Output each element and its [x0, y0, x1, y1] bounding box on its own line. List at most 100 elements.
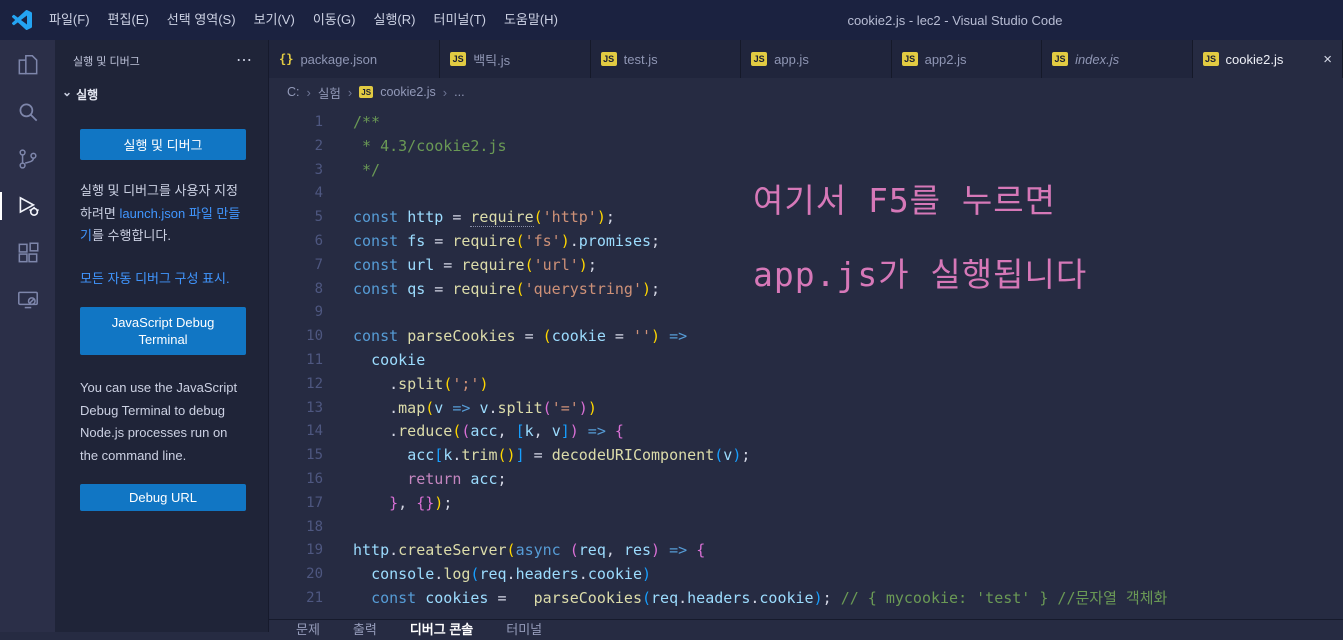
panel-tab[interactable]: 터미널 — [506, 620, 542, 637]
close-tab-icon[interactable]: × — [1323, 51, 1332, 68]
code-text[interactable]: */ — [323, 159, 380, 183]
breadcrumb-separator-icon: › — [442, 84, 448, 100]
show-configs-paragraph: 모든 자동 디버그 구성 표시. — [80, 268, 248, 291]
breadcrumb-separator-icon: › — [347, 84, 353, 100]
line-number[interactable]: 20 — [269, 563, 323, 587]
js-debug-terminal-button[interactable]: JavaScript Debug Terminal — [80, 307, 246, 355]
line-number[interactable]: 15 — [269, 444, 323, 468]
menu-item[interactable]: 터미널(T) — [424, 0, 494, 40]
menu-item[interactable]: 파일(F) — [40, 0, 99, 40]
debug-url-button[interactable]: Debug URL — [80, 484, 246, 511]
breadcrumb-item[interactable]: ... — [454, 85, 464, 99]
show-debug-configs-link[interactable]: 모든 자동 디버그 구성 표시. — [80, 271, 230, 286]
window-title: cookie2.js - lec2 - Visual Studio Code — [847, 12, 1063, 28]
code-text[interactable]: * 4.3/cookie2.js — [323, 135, 507, 159]
code-text[interactable]: }, {}); — [323, 492, 452, 516]
menu-item[interactable]: 선택 영역(S) — [158, 0, 245, 40]
sidebar-title: 실행 및 디버그 — [73, 56, 140, 68]
editor-tab[interactable]: JS app.js — [741, 40, 892, 78]
line-number[interactable]: 13 — [269, 397, 323, 421]
breadcrumb-item[interactable]: cookie2.js — [380, 85, 436, 99]
editor-tab[interactable]: JS test.js — [590, 40, 742, 78]
code-line: 20 console.log(req.headers.cookie) — [269, 563, 1343, 587]
code-text[interactable]: cookie — [323, 349, 425, 373]
code-text[interactable]: const cookies = parseCookies(req.headers… — [323, 587, 1167, 611]
workbench: 실행 및 디버그 ⋯ ⌄ 실행 실행 및 디버그 실행 및 디버그를 사용자 지… — [0, 40, 1343, 637]
code-text[interactable]: const qs = require('querystring'); — [323, 278, 660, 302]
tab-label: test.js — [623, 51, 658, 67]
line-number[interactable]: 2 — [269, 135, 323, 159]
editor-tab[interactable]: JS 백틱.js — [440, 40, 591, 78]
breadcrumb-item[interactable]: C: — [287, 85, 300, 99]
js-file-icon: JS — [600, 52, 617, 66]
code-text[interactable] — [323, 301, 353, 325]
code-editor[interactable]: 1/** 2 * 4.3/cookie2.js 3 */4 5 const http =… — [269, 106, 1343, 619]
run-and-debug-icon[interactable] — [0, 189, 55, 223]
menu-item[interactable]: 보기(V) — [245, 0, 304, 40]
line-number[interactable]: 16 — [269, 468, 323, 492]
line-number[interactable]: 5 — [269, 206, 323, 230]
menu-item[interactable]: 실행(R) — [365, 0, 425, 40]
code-text[interactable] — [323, 516, 353, 540]
code-text[interactable]: .split(';') — [323, 373, 488, 397]
line-number[interactable]: 14 — [269, 420, 323, 444]
menu-item[interactable]: 이동(G) — [304, 0, 365, 40]
code-text[interactable]: const http = require('http'); — [323, 206, 615, 230]
run-section-header[interactable]: ⌄ 실행 — [55, 84, 268, 104]
line-number[interactable]: 17 — [269, 492, 323, 516]
editor-tab[interactable]: {} package.json — [269, 40, 441, 78]
line-number[interactable]: 11 — [269, 349, 323, 373]
line-number[interactable]: 9 — [269, 301, 323, 325]
panel-tab[interactable]: 출력 — [353, 620, 377, 637]
code-text[interactable]: acc[k.trim()] = decodeURIComponent(v); — [323, 444, 750, 468]
js-file-icon: JS — [751, 52, 768, 66]
code-text[interactable]: .reduce((acc, [k, v]) => { — [323, 420, 624, 444]
editor-tab[interactable]: JS app2.js — [891, 40, 1043, 78]
panel-tab[interactable]: 문제 — [296, 620, 320, 637]
line-number[interactable]: 19 — [269, 539, 323, 563]
code-line: 16 return acc; — [269, 468, 1343, 492]
remote-explorer-icon[interactable] — [0, 283, 55, 317]
run-and-debug-button[interactable]: 실행 및 디버그 — [80, 129, 246, 160]
line-number[interactable]: 7 — [269, 254, 323, 278]
line-number[interactable]: 6 — [269, 230, 323, 254]
line-number[interactable]: 8 — [269, 278, 323, 302]
code-text[interactable]: console.log(req.headers.cookie) — [323, 563, 651, 587]
breadcrumb-item[interactable]: 실험 — [318, 83, 341, 102]
code-text[interactable]: http.createServer(async (req, res) => { — [323, 539, 705, 563]
line-number[interactable]: 1 — [269, 111, 323, 135]
explorer-icon[interactable] — [0, 48, 55, 82]
js-file-icon: JS — [1052, 52, 1069, 66]
line-number[interactable]: 4 — [269, 182, 323, 206]
more-actions-icon[interactable]: ⋯ — [236, 53, 252, 69]
code-line: 13 .map(v => v.split('=')) — [269, 397, 1343, 421]
line-number[interactable]: 21 — [269, 587, 323, 611]
line-number[interactable]: 10 — [269, 325, 323, 349]
editor-tab[interactable]: JS index.js — [1042, 40, 1193, 78]
tab-label: package.json — [300, 51, 378, 67]
code-text[interactable]: const url = require('url'); — [323, 254, 597, 278]
menu-item[interactable]: 도움말(H) — [495, 0, 567, 40]
search-icon[interactable] — [0, 95, 55, 129]
line-number[interactable]: 18 — [269, 516, 323, 540]
customize-text-2: 를 수행합니다. — [91, 228, 171, 243]
code-text[interactable]: /** — [323, 111, 380, 135]
menu-bar: 파일(F) 편집(E) 선택 영역(S) 보기(V) 이동(G) 실행(R) 터미널(T) 도… — [40, 0, 567, 40]
source-control-icon[interactable] — [0, 142, 55, 176]
code-text[interactable]: .map(v => v.split('=')) — [323, 397, 597, 421]
code-text[interactable]: const parseCookies = (cookie = '') => — [323, 325, 687, 349]
annotation-line-1: 여기서 F5를 누르면 — [753, 181, 1056, 220]
menu-item[interactable]: 편집(E) — [99, 0, 158, 40]
code-text[interactable] — [323, 182, 353, 206]
js-file-icon: JS — [359, 86, 374, 98]
terminal-info-text: You can use the JavaScript Debug Termina… — [80, 380, 238, 463]
line-number[interactable]: 12 — [269, 373, 323, 397]
code-line: 21 const cookies = parseCookies(req.head… — [269, 587, 1343, 611]
code-line: 1/** — [269, 111, 1343, 135]
code-text[interactable]: return acc; — [323, 468, 506, 492]
code-text[interactable]: const fs = require('fs').promises; — [323, 230, 660, 254]
line-number[interactable]: 3 — [269, 159, 323, 183]
extensions-icon[interactable] — [0, 236, 55, 270]
panel-tab[interactable]: 디버그 콘솔 — [410, 620, 473, 637]
editor-tab[interactable]: JS cookie2.js × — [1192, 40, 1343, 78]
